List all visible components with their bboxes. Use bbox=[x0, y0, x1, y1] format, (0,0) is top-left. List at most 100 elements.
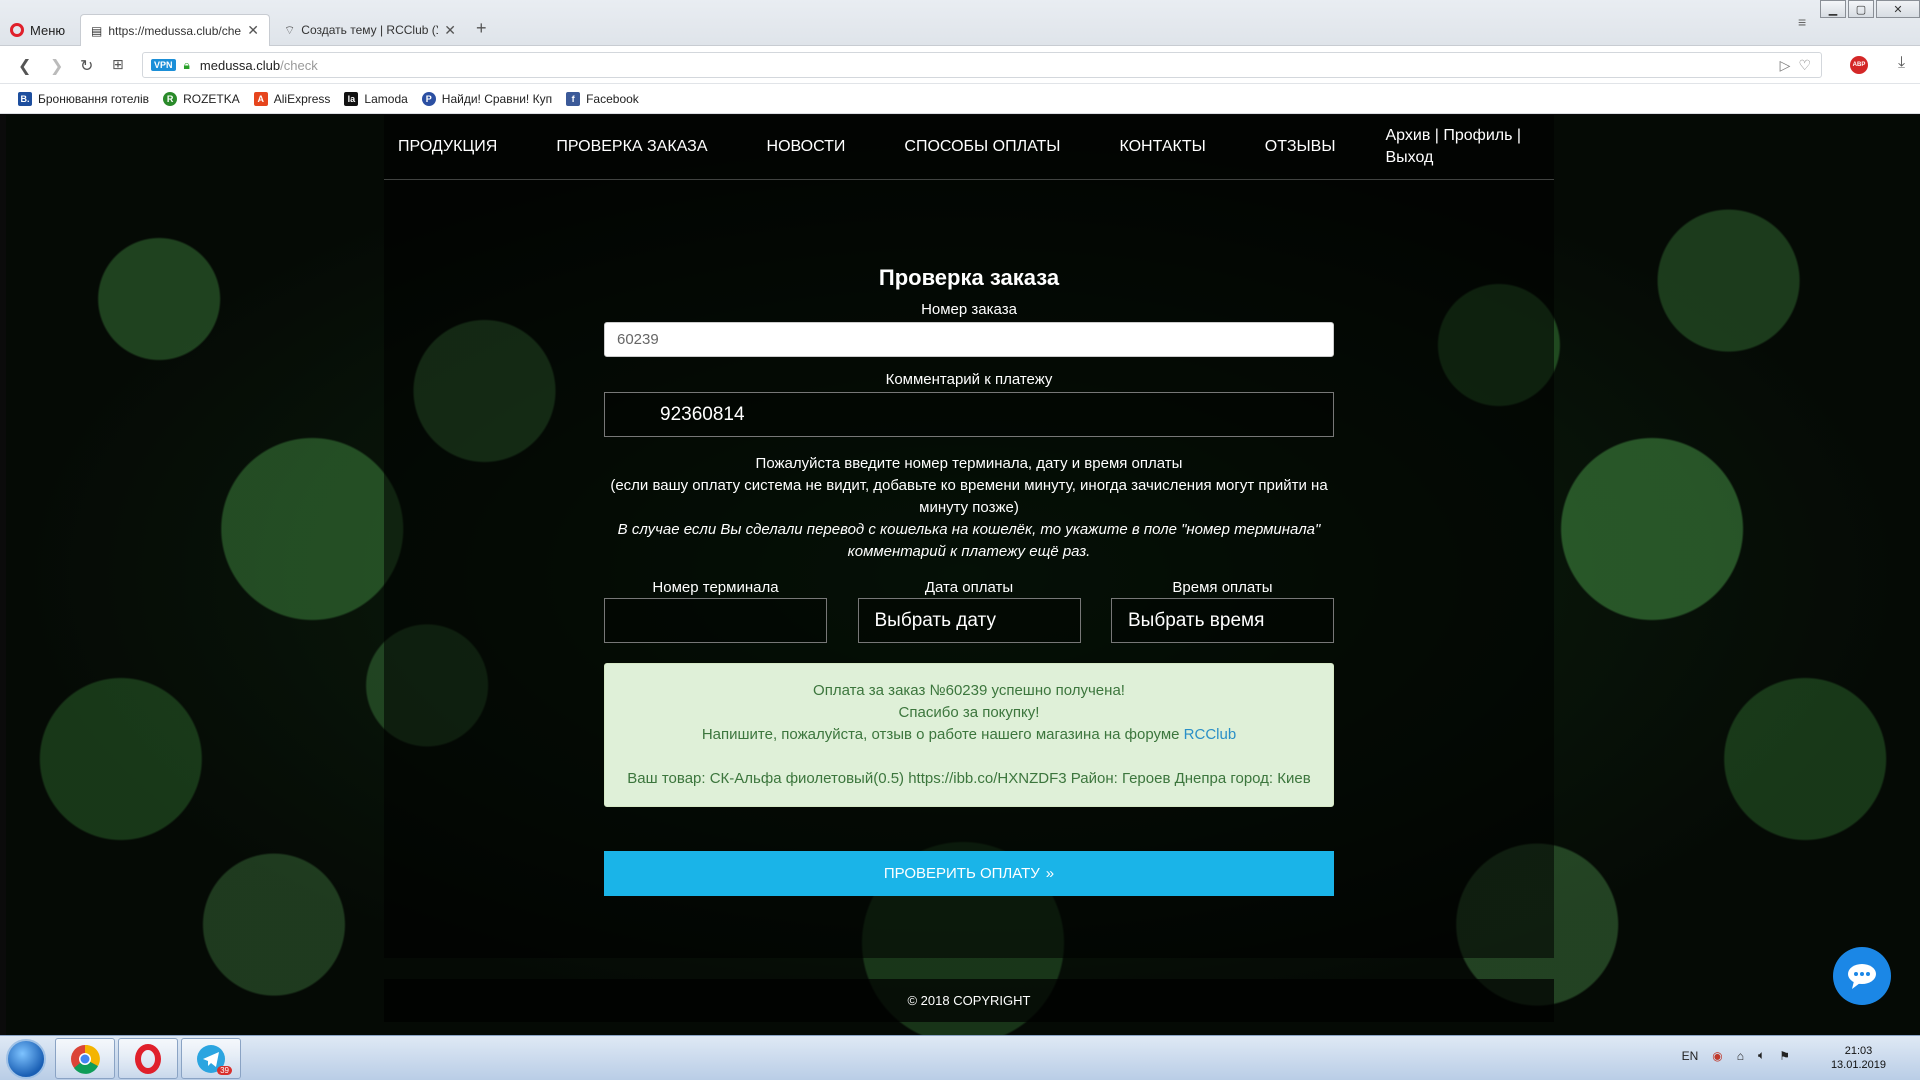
window-controls: ▁ ▢ ✕ bbox=[1820, 0, 1920, 18]
tab-title: Создать тему | RCClub (У bbox=[301, 23, 439, 37]
minimize-button[interactable]: ▁ bbox=[1820, 0, 1846, 18]
window-close-button[interactable]: ✕ bbox=[1876, 0, 1920, 18]
bookmark-facebook[interactable]: f Facebook bbox=[566, 91, 639, 106]
tab-title: https://medussa.club/check bbox=[108, 23, 242, 38]
speed-dial-icon[interactable]: ⊞ bbox=[112, 56, 124, 73]
nav-reviews[interactable]: ОТЗЫВЫ bbox=[1265, 138, 1336, 156]
windows-taskbar: 39 EN ◉ ⌂ 🔈︎ ⚑ 21:03 13.01.2019 bbox=[0, 1035, 1920, 1080]
url-domain: medussa.club bbox=[199, 57, 281, 73]
form-title: Проверка заказа bbox=[878, 265, 1060, 290]
bookmark-aliexpress[interactable]: A AliExpress bbox=[253, 91, 331, 106]
telegram-badge: 39 bbox=[217, 1066, 232, 1075]
review-request: Напишите, пожалуйста, отзыв о работе наш… bbox=[621, 724, 1317, 746]
instructions: Пожалуйста введите номер терминала, дату… bbox=[604, 453, 1334, 563]
clock[interactable]: 21:03 13.01.2019 bbox=[1831, 1044, 1886, 1072]
bookmark-label: Lamoda bbox=[364, 91, 408, 106]
start-button[interactable] bbox=[6, 1039, 46, 1079]
nav-contacts[interactable]: КОНТАКТЫ bbox=[1119, 138, 1205, 156]
reload-icon[interactable]: ↻ bbox=[80, 56, 93, 76]
system-tray: EN ◉ ⌂ 🔈︎ ⚑ bbox=[1682, 1048, 1790, 1063]
time-col: Время оплаты Выбрать время bbox=[1111, 579, 1334, 643]
bookmark-rozetka[interactable]: R ROZETKA bbox=[163, 91, 240, 106]
lamoda-icon: la bbox=[344, 91, 359, 106]
rcclub-link[interactable]: RCClub bbox=[1184, 726, 1237, 743]
main-container: ПРОДУКЦИЯ ПРОВЕРКА ЗАКАЗА НОВОСТИ СПОСОБ… bbox=[384, 115, 1554, 958]
back-icon[interactable]: ❮ bbox=[18, 56, 31, 76]
vpn-badge[interactable]: VPN bbox=[151, 59, 176, 71]
date-label: Дата оплаты bbox=[924, 579, 1014, 596]
network-icon[interactable]: ⌂ bbox=[1737, 1049, 1744, 1063]
double-chevron-right-icon: » bbox=[1045, 865, 1055, 882]
taskbar-opera[interactable] bbox=[118, 1038, 178, 1079]
tab-rcclub[interactable]: ⌔ Создать тему | RCClub (У ✕ bbox=[274, 14, 466, 46]
instructions-line-1: Пожалуйста введите номер терминала, дату… bbox=[755, 455, 1183, 472]
time-picker[interactable]: Выбрать время bbox=[1111, 598, 1334, 643]
antivirus-icon[interactable]: ◉ bbox=[1712, 1049, 1722, 1063]
terminal-label: Номер терминала bbox=[652, 579, 779, 596]
time-label: Время оплаты bbox=[1172, 579, 1273, 596]
payment-details-row: Номер терминала Дата оплаты Выбрать дату… bbox=[604, 579, 1334, 643]
rozetka-icon: R bbox=[163, 91, 178, 106]
order-number-input[interactable]: 60239 bbox=[604, 322, 1334, 357]
instructions-wallet-note: В случае если Вы сделали перевод с кошел… bbox=[617, 521, 1321, 560]
date-col: Дата оплаты Выбрать дату bbox=[857, 579, 1081, 643]
date-picker[interactable]: Выбрать дату bbox=[857, 598, 1081, 643]
nav-products[interactable]: ПРОДУКЦИЯ bbox=[398, 138, 497, 156]
site-footer: © 2018 COPYRIGHT bbox=[384, 979, 1554, 1022]
adblock-icon[interactable]: ABP bbox=[1850, 56, 1868, 74]
site-nav: ПРОДУКЦИЯ ПРОВЕРКА ЗАКАЗА НОВОСТИ СПОСОБ… bbox=[384, 115, 1554, 180]
close-icon[interactable]: ✕ bbox=[247, 22, 259, 39]
bookmark-booking[interactable]: B. Бронювання готелів bbox=[18, 91, 149, 106]
tab-active[interactable]: ▤ https://medussa.club/check ✕ bbox=[80, 14, 270, 46]
wifi-icon: ⌔ bbox=[284, 22, 296, 37]
chat-icon bbox=[1848, 964, 1876, 989]
taskbar-telegram[interactable]: 39 bbox=[181, 1038, 241, 1079]
flag-icon[interactable]: ⚑ bbox=[1779, 1049, 1790, 1063]
bookmark-lamoda[interactable]: la Lamoda bbox=[344, 91, 408, 106]
bookmarks-bar: B. Бронювання готелів R ROZETKA A AliExpres… bbox=[0, 84, 1920, 114]
taskbar-chrome[interactable] bbox=[55, 1038, 115, 1079]
payment-comment-label: Комментарий к платежу bbox=[885, 371, 1053, 388]
bookmark-price[interactable]: P Найди! Сравни! Куп bbox=[421, 91, 552, 106]
profile-link[interactable]: Профиль bbox=[1443, 127, 1512, 144]
nav-payment-methods[interactable]: СПОСОБЫ ОПЛАТЫ bbox=[904, 138, 1060, 156]
url-actions: ▷ ♡ bbox=[1780, 57, 1811, 74]
chat-button[interactable] bbox=[1833, 947, 1891, 1005]
chrome-icon bbox=[71, 1044, 100, 1074]
booking-icon: B. bbox=[18, 91, 32, 106]
price-icon: P bbox=[421, 91, 436, 106]
success-message: Оплата за заказ №60239 успешно получена! bbox=[813, 682, 1125, 699]
payment-comment-input[interactable]: 92360814 bbox=[604, 392, 1334, 437]
bookmark-label: Facebook bbox=[586, 91, 639, 106]
tabs-menu-icon[interactable]: ≡ bbox=[1798, 14, 1806, 30]
nav-order-check[interactable]: ПРОВЕРКА ЗАКАЗА bbox=[556, 138, 707, 156]
logout-link[interactable]: Выход bbox=[1385, 149, 1433, 166]
aliexpress-icon: A bbox=[253, 91, 268, 106]
bookmark-label: AliExpress bbox=[273, 91, 331, 106]
close-icon[interactable]: ✕ bbox=[444, 22, 456, 39]
thanks-message: Спасибо за покупку! bbox=[898, 704, 1040, 721]
browser-tabbar: Меню ▤ https://medussa.club/check ✕ ⌔ Со… bbox=[0, 0, 1920, 46]
opera-logo-icon bbox=[10, 23, 24, 37]
forward-icon[interactable]: ❯ bbox=[50, 56, 63, 76]
archive-link[interactable]: Архив bbox=[1385, 127, 1430, 144]
maximize-button[interactable]: ▢ bbox=[1848, 0, 1874, 18]
terminal-input[interactable] bbox=[604, 598, 827, 643]
success-alert: Оплата за заказ №60239 успешно получена!… bbox=[604, 663, 1334, 807]
facebook-icon: f bbox=[566, 91, 581, 106]
lock-icon[interactable]: 🔒︎ bbox=[184, 58, 190, 73]
send-icon[interactable]: ▷ bbox=[1780, 57, 1791, 74]
new-tab-button[interactable]: + bbox=[476, 18, 487, 39]
language-indicator[interactable]: EN bbox=[1682, 1049, 1699, 1063]
opera-menu-button[interactable]: Меню bbox=[10, 18, 65, 42]
nav-news[interactable]: НОВОСТИ bbox=[767, 138, 846, 156]
bookmark-label: ROZETKA bbox=[183, 91, 240, 106]
clock-time: 21:03 bbox=[1844, 1045, 1873, 1057]
check-payment-button[interactable]: ПРОВЕРИТЬ ОПЛАТУ » bbox=[604, 851, 1334, 896]
url-field[interactable]: VPN 🔒︎ medussa.club/check ▷ ♡ bbox=[142, 52, 1822, 78]
volume-icon[interactable]: 🔈︎ bbox=[1758, 1048, 1765, 1063]
heart-icon[interactable]: ♡ bbox=[1798, 57, 1811, 74]
address-bar-row: ❮ ❯ ↻ ⊞ VPN 🔒︎ medussa.club/check ▷ ♡ AB… bbox=[0, 46, 1920, 84]
download-icon[interactable]: ⤓ bbox=[1898, 54, 1905, 72]
